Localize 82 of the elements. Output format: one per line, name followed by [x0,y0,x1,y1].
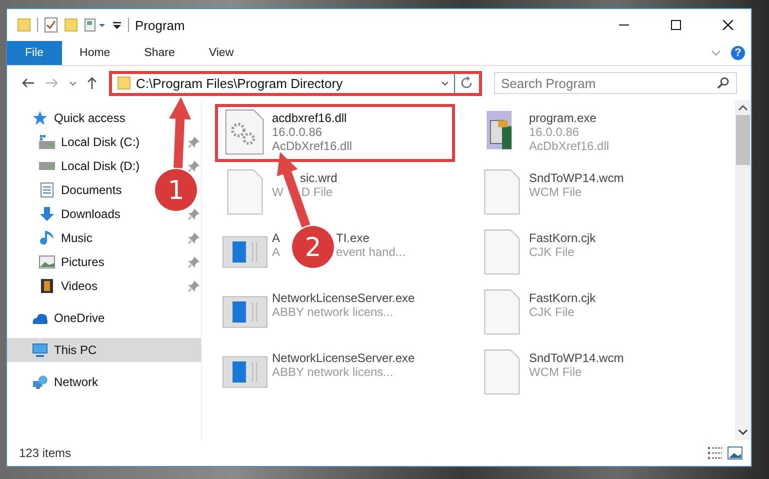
file-detail: CJK File [529,245,574,259]
file-detail: ABBY network licens... [272,305,394,319]
pin-icon[interactable] [188,232,199,244]
dropdown-icon[interactable] [112,20,122,30]
file-name: NetworkLicenseServer.exe [272,291,415,305]
minimize-icon [619,24,629,26]
checklist-icon[interactable] [44,17,58,33]
folder-icon[interactable] [17,18,31,32]
sidebar-item[interactable]: Music [7,226,98,250]
ribbon-tab[interactable]: Share [128,41,191,65]
search-field[interactable]: Search Program [494,72,737,94]
scroll-thumb[interactable] [736,115,750,165]
file-name: TI.exe [336,231,370,245]
file-detail: ABBY network licens... [272,365,394,379]
file-name: FastKorn.cjk [529,291,596,305]
file-name: program.exe [529,111,596,125]
pin-icon[interactable] [188,280,199,292]
sidebar-item[interactable]: Local Disk (D:) [7,154,146,178]
pin-icon[interactable] [188,160,199,172]
forward-icon[interactable] [45,78,59,88]
maximize-icon [671,20,681,30]
address-path: C:\Program Files\Program Directory [136,76,344,90]
file-name: FastKorn.cjk [529,231,596,245]
pin-icon[interactable] [188,256,199,268]
pc-icon [32,342,48,358]
sidebar-item[interactable]: Pictures [7,250,110,274]
help-button[interactable]: ? [731,46,745,60]
up-icon[interactable] [87,76,97,90]
network-icon [32,374,48,390]
item-count: 123 items [19,446,72,460]
properties-icon[interactable] [84,18,106,32]
file-name: acdbxref16.dll [272,111,347,125]
pictures-icon [39,254,55,270]
chevron-icon[interactable] [441,80,449,86]
videos-icon [39,278,55,294]
refresh-icon[interactable] [460,76,474,90]
sidebar-item[interactable]: Videos [7,274,104,298]
music-icon [39,230,55,246]
file-detail: 16.0.0.86 [529,125,580,139]
ribbon-tab[interactable]: File [7,41,62,65]
file-detail: WCM File [529,365,582,379]
scroll-down-icon[interactable] [738,429,748,435]
scrollbar[interactable] [735,100,751,440]
sidebar-item[interactable]: Local Disk (C:) [7,130,146,154]
address-bar[interactable]: C:\Program Files\Program Directory [109,70,482,96]
close-icon [723,20,733,30]
drive-icon [39,134,55,150]
quick-icon [32,110,48,126]
back-icon[interactable] [21,78,35,88]
pin-icon[interactable] [188,136,199,148]
sidebar-item[interactable]: Documents [7,178,128,202]
window-title: Program [135,18,185,32]
file-detail: AcDbXref16.dll [529,139,610,153]
drive-icon [39,162,55,170]
file-name: SndToWP14.wcm [529,171,624,185]
details-view-icon[interactable] [707,446,723,460]
large-icons-view-icon[interactable] [727,446,743,460]
documents-icon [39,182,55,198]
file-detail: A [272,245,280,259]
chevron-icon[interactable] [69,80,77,86]
file-name: A [272,231,280,245]
file-name: sic.wrd [300,171,338,185]
sidebar-item[interactable]: Network [7,370,201,394]
folder-icon[interactable] [64,18,78,32]
sidebar-item[interactable]: OneDrive [7,306,201,330]
file-detail: W [272,185,284,199]
file-detail: event hand... [336,245,406,259]
pin-icon[interactable] [188,208,199,220]
file-detail: D File [301,185,333,199]
sidebar-item[interactable]: This PC [7,338,201,362]
sidebar-item[interactable]: Downloads [7,202,126,226]
file-detail: AcDbXref16.dll [272,139,352,153]
file-name: NetworkLicenseServer.exe [272,351,415,365]
file-detail: WCM File [529,185,582,199]
ribbon-tab[interactable]: Home [64,41,126,65]
downloads-icon [39,206,55,222]
ribbon-tab[interactable]: View [192,41,250,65]
file-detail: CJK File [529,305,574,319]
folder-icon [117,76,131,90]
file-name: SndToWP14.wcm [529,351,624,365]
file-detail: 16.0.0.86 [272,125,322,139]
scroll-up-icon[interactable] [738,105,748,111]
